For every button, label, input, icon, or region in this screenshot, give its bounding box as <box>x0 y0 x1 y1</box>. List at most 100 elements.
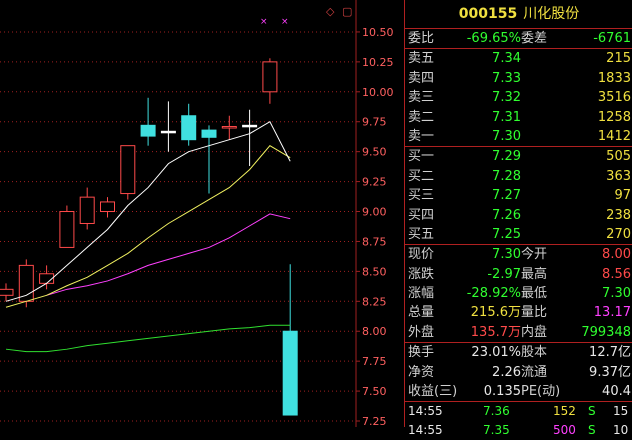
tick-count: 10 <box>613 423 629 438</box>
stat-row: 涨幅 -28.92% 最低 7.30 <box>405 284 632 303</box>
stat-row: 总量 215.6万 量比 13.17 <box>405 303 632 322</box>
commit-ratio-label: 委比 <box>408 31 435 46</box>
candle-body <box>79 196 95 224</box>
stat-value: 13.17 <box>593 305 631 321</box>
order-volume: 1833 <box>597 70 631 86</box>
marker-x-icon: × <box>260 17 268 27</box>
y-tick-label: 8.75 <box>362 235 387 248</box>
stat-label: 总量 <box>408 305 435 321</box>
stat-label: 最低 <box>521 286 548 302</box>
stat-value: 12.7亿 <box>589 345 631 361</box>
order-row: 卖五 7.34 215 <box>405 49 632 68</box>
tick-row: 14:55 7.35 500 S 10 <box>405 421 632 440</box>
tick-list[interactable]: 14:55 7.36 152 S 15 14:55 7.35 500 S 10 <box>405 402 632 440</box>
y-tick-label: 8.50 <box>362 265 387 278</box>
tick-side: S <box>588 404 596 419</box>
candle-body <box>0 288 14 296</box>
stat-label: 外盘 <box>408 324 435 340</box>
commit-ratio-value: -69.65% <box>466 31 521 46</box>
tick-volume: 500 <box>553 423 576 438</box>
kline-svg[interactable]: 10.50 10.25 10.00 9.75 9.50 9.25 9.00 8.75 8.50 8… <box>0 0 404 427</box>
order-price: 7.30 <box>492 128 521 144</box>
price-stats: 现价 7.30 今开 8.00 涨跌 -2.97 最高 8.56 涨幅 -28.92% 最低 7.30… <box>405 245 632 342</box>
stat-row: 现价 7.30 今开 8.00 <box>405 245 632 264</box>
candle-body <box>181 115 197 141</box>
square-icon[interactable]: ▢ <box>342 5 352 18</box>
marker-x-icon: × <box>281 17 289 27</box>
y-tick-label: 7.25 <box>362 415 387 427</box>
stat-value: 2.26 <box>492 364 521 380</box>
y-tick-label: 8.25 <box>362 295 387 308</box>
order-label: 卖一 <box>408 128 435 144</box>
order-row: 卖三 7.32 3516 <box>405 88 632 107</box>
order-volume: 215 <box>606 51 631 67</box>
commit-row: 委比 -69.65% 委差 -6761 <box>405 29 632 48</box>
stat-value: -2.97 <box>487 266 521 282</box>
order-label: 卖五 <box>408 51 435 67</box>
stock-name: 川化股份 <box>523 6 580 22</box>
ma20-line <box>46 213 291 296</box>
stat-value: 40.4 <box>602 384 631 400</box>
candle-body <box>242 124 258 128</box>
stat-value: 0.135 <box>483 384 521 400</box>
order-row: 买四 7.26 238 <box>405 206 632 225</box>
candle-body <box>59 211 75 248</box>
stat-row: 涨跌 -2.97 最高 8.56 <box>405 265 632 284</box>
y-tick-label: 10.00 <box>362 86 394 99</box>
order-row: 卖四 7.33 1833 <box>405 69 632 88</box>
order-row: 买五 7.25 270 <box>405 225 632 244</box>
ma60-line <box>5 324 291 353</box>
stat-value: 215.6万 <box>470 305 521 321</box>
order-label: 卖四 <box>408 70 435 86</box>
order-label: 买四 <box>408 207 435 223</box>
y-tick-label: 10.50 <box>362 26 394 39</box>
order-volume: 97 <box>614 188 631 204</box>
chart-tools[interactable]: ◇ ▢ <box>326 5 356 18</box>
stat-value: 23.01% <box>471 345 521 361</box>
y-tick-label: 10.25 <box>362 56 394 69</box>
diamond-icon[interactable]: ◇ <box>326 5 334 18</box>
order-price: 7.26 <box>492 207 521 223</box>
stat-label: 今开 <box>521 247 548 263</box>
order-price: 7.25 <box>492 226 521 242</box>
candle-body <box>282 330 298 416</box>
candle-body <box>18 264 34 302</box>
candle-body <box>120 145 136 195</box>
tick-price: 7.36 <box>483 404 510 419</box>
ask-book: 卖五 7.34 215 卖四 7.33 1833 卖三 7.32 3516 卖二 7.31 1258 卖… <box>405 49 632 146</box>
order-volume: 363 <box>606 168 631 184</box>
candle-body <box>160 130 176 134</box>
kline-chart[interactable]: 10.50 10.25 10.00 9.75 9.50 9.25 9.00 8.75 8.50 8… <box>0 0 404 427</box>
stat-label: 收益(三) <box>408 384 458 400</box>
tick-time: 14:55 <box>408 404 443 419</box>
stat-value: -28.92% <box>466 286 521 302</box>
order-price: 7.31 <box>492 109 521 125</box>
order-row: 买二 7.28 363 <box>405 167 632 186</box>
order-row: 买三 7.27 97 <box>405 186 632 205</box>
y-tick-label: 7.50 <box>362 385 387 398</box>
candle-body <box>100 201 115 213</box>
order-price: 7.33 <box>492 70 521 86</box>
candle-body <box>201 129 217 138</box>
stat-label: 股本 <box>521 345 548 361</box>
commit-diff-label: 委差 <box>521 31 548 46</box>
y-tick-label: 7.75 <box>362 355 387 368</box>
order-label: 买三 <box>408 188 435 204</box>
fundamental-stats: 换手 23.01% 股本 12.7亿 净资 2.26 流通 9.37亿 收益(三) 0.135 PE… <box>405 343 632 401</box>
tick-side: S <box>588 423 596 438</box>
order-row: 买一 7.29 505 <box>405 147 632 166</box>
order-row: 卖一 7.30 1412 <box>405 127 632 146</box>
stat-label: 涨幅 <box>408 286 435 302</box>
quote-panel: 000155 川化股份 委比 -69.65% 委差 -6761 卖五 7.34 215… <box>404 0 632 437</box>
stat-label: 流通 <box>521 364 548 380</box>
stock-title: 000155 川化股份 <box>405 0 632 28</box>
y-tick-label: 9.50 <box>362 146 387 159</box>
stat-value: 8.00 <box>602 247 631 263</box>
commit-diff-value: -6761 <box>593 31 631 46</box>
candle-body <box>221 126 237 129</box>
stat-label: 净资 <box>408 364 435 380</box>
y-tick-label: 9.75 <box>362 116 387 129</box>
tick-row: 14:55 7.36 152 S 15 <box>405 402 632 421</box>
order-volume: 505 <box>606 149 631 165</box>
order-label: 买一 <box>408 149 435 165</box>
